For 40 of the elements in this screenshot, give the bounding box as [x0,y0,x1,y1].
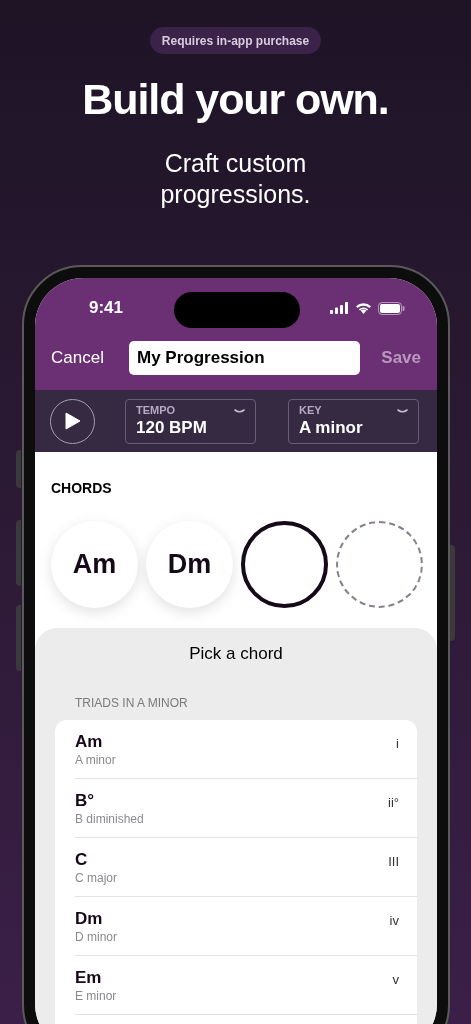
chord-slot[interactable]: Dm [146,521,233,608]
empty-slot[interactable] [336,521,423,608]
chord-description: B diminished [75,810,145,828]
chord-name: Dm [75,908,104,928]
section-heading: CHORDS [51,479,113,498]
battery-icon [378,301,405,315]
cancel-button[interactable]: Cancel [51,345,119,371]
chord-row[interactable]: C C major III [75,837,417,897]
sheet-title: Pick a chord [188,643,284,665]
chord-name: C [75,849,89,869]
chord-row[interactable]: B° B diminished ii° [75,778,417,838]
purchase-badge: Requires in-app purchase [149,27,322,54]
chord-name: B° [75,790,96,810]
signal-icon [330,302,349,314]
headline: Build your own. [82,78,389,121]
chevron-icon [397,408,408,414]
chord-name: Am [75,731,104,751]
roman-numeral: III [388,852,399,871]
chord-row[interactable]: Dm D minor iv [75,896,417,956]
roman-numeral: iv [389,911,399,930]
section-header: TRIADS IN A MINOR [75,694,189,712]
picker-field[interactable]: TEMPO 120 BPM [125,398,256,444]
chord-slot[interactable]: Am [51,521,138,608]
wifi-icon [355,302,372,314]
subtitle: Craft custom progressions. [159,148,312,210]
chord-description: A minor [75,751,117,769]
chord-row[interactable]: Am A minor i [75,719,417,779]
roman-numeral: ii° [388,793,399,812]
chord-description: D minor [75,928,118,946]
play-icon [64,412,81,430]
chevron-icon [234,408,245,414]
roman-numeral: v [392,970,399,989]
chord-row[interactable]: Em E minor v [75,955,417,1015]
chord-description: C major [75,869,118,887]
title-field[interactable]: My Progression [129,341,360,375]
roman-numeral: i [396,734,399,753]
picker-field[interactable]: KEY A minor [288,398,419,444]
chord-name: Em [75,967,103,987]
status-time: 9:41 [89,297,124,320]
chord-description: E minor [75,987,118,1005]
